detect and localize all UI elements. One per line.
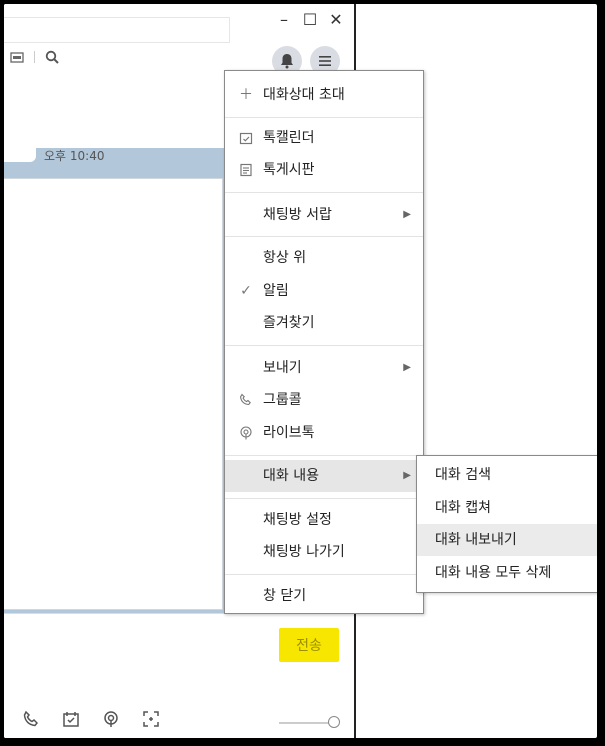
chat-content-submenu: 대화 검색 대화 캡쳐 대화 내보내기 대화 내용 모두 삭제 [416, 455, 597, 593]
menu-item-drawer[interactable]: 채팅방 서랍 ▶ [225, 199, 423, 231]
menu-item-room-settings[interactable]: 채팅방 설정 [225, 504, 423, 536]
menu-item-label: 알림 [263, 283, 289, 299]
menu-item-invite[interactable]: ＋ 대화상대 초대 [225, 79, 423, 111]
transparency-slider[interactable] [279, 716, 340, 728]
menu-item-always-on-top[interactable]: 항상 위 [225, 242, 423, 274]
menu-item-label: 창 닫기 [263, 588, 307, 604]
submenu-item-delete-all[interactable]: 대화 내용 모두 삭제 [417, 557, 597, 589]
maximize-button[interactable]: ☐ [302, 10, 318, 29]
search-icon[interactable] [45, 50, 59, 64]
menu-divider [225, 498, 423, 499]
menu-item-live-talk[interactable]: 라이브톡 [225, 417, 423, 449]
slider-knob[interactable] [328, 716, 340, 728]
menu-item-label: 톡게시판 [263, 162, 315, 178]
menu-divider [225, 117, 423, 118]
menu-divider [225, 236, 423, 237]
menu-divider [225, 574, 423, 575]
plus-icon: ＋ [239, 87, 253, 103]
check-icon: ✓ [240, 283, 252, 299]
submenu-item-export[interactable]: 대화 내보내기 [417, 524, 597, 556]
submenu-item-label: 대화 캡쳐 [435, 500, 491, 516]
message-time: 오후 10:40 [44, 149, 105, 163]
menu-item-label: 라이브톡 [263, 425, 315, 441]
menu-item-label: 대화상대 초대 [263, 87, 345, 103]
menu-item-label: 채팅방 서랍 [263, 207, 332, 223]
menu-divider [225, 455, 423, 456]
menu-item-label: 톡캘린더 [263, 130, 315, 146]
submenu-arrow-icon: ▶ [403, 209, 411, 220]
minimize-button[interactable]: – [276, 10, 292, 29]
submenu-item-capture[interactable]: 대화 캡쳐 [417, 492, 597, 524]
screen: – ☐ ✕ 오후 10:40 전송 ＋ 대화상대 초대 톡캘린더 톡게시판 채팅… [4, 4, 597, 738]
hamburger-icon [319, 56, 331, 66]
menu-item-label: 보내기 [263, 360, 302, 376]
submenu-item-search[interactable]: 대화 검색 [417, 459, 597, 491]
menu-item-label: 즐겨찾기 [263, 315, 315, 331]
menu-item-label: 대화 내용 [263, 468, 319, 484]
menu-item-calendar[interactable]: 톡캘린더 [225, 122, 423, 154]
submenu-arrow-icon: ▶ [403, 362, 411, 373]
live-icon[interactable] [102, 710, 120, 728]
bell-icon [281, 54, 293, 69]
send-button[interactable]: 전송 [279, 628, 339, 662]
menu-item-label: 항상 위 [263, 250, 307, 266]
live-icon [237, 417, 255, 449]
board-icon [237, 154, 255, 186]
message-bubble[interactable] [4, 148, 36, 162]
menu-item-label: 그룹콜 [263, 392, 302, 408]
submenu-arrow-icon: ▶ [403, 470, 411, 481]
call-icon[interactable] [22, 710, 40, 728]
folder-icon[interactable] [10, 51, 24, 63]
close-button[interactable]: ✕ [328, 10, 344, 29]
menu-item-label: 채팅방 설정 [263, 512, 332, 528]
submenu-item-label: 대화 내보내기 [435, 532, 517, 548]
submenu-item-label: 대화 내용 모두 삭제 [435, 565, 552, 581]
screen-capture-icon[interactable] [142, 710, 160, 728]
menu-item-send[interactable]: 보내기 ▶ [225, 352, 423, 384]
context-menu: ＋ 대화상대 초대 톡캘린더 톡게시판 채팅방 서랍 ▶ 항상 위 ✓ 알림 즐… [224, 70, 424, 614]
menu-item-chat-content[interactable]: 대화 내용 ▶ [225, 460, 423, 492]
menu-divider [225, 345, 423, 346]
calendar-icon [237, 122, 255, 154]
calendar-check-icon[interactable] [62, 710, 80, 728]
chat-search-field[interactable] [4, 17, 230, 43]
menu-item-board[interactable]: 톡게시판 [225, 154, 423, 186]
submenu-item-label: 대화 검색 [435, 467, 491, 483]
phone-icon [237, 384, 255, 416]
menu-divider [225, 192, 423, 193]
menu-item-leave-room[interactable]: 채팅방 나가기 [225, 536, 423, 568]
toolbar-divider [34, 51, 35, 63]
message-panel [4, 178, 223, 610]
input-area[interactable]: 전송 [4, 613, 354, 738]
menu-item-label: 채팅방 나가기 [263, 544, 345, 560]
menu-item-group-call[interactable]: 그룹콜 [225, 384, 423, 416]
menu-item-notification[interactable]: ✓ 알림 [225, 275, 423, 307]
menu-item-close-window[interactable]: 창 닫기 [225, 580, 423, 612]
menu-item-favorites[interactable]: 즐겨찾기 [225, 307, 423, 339]
